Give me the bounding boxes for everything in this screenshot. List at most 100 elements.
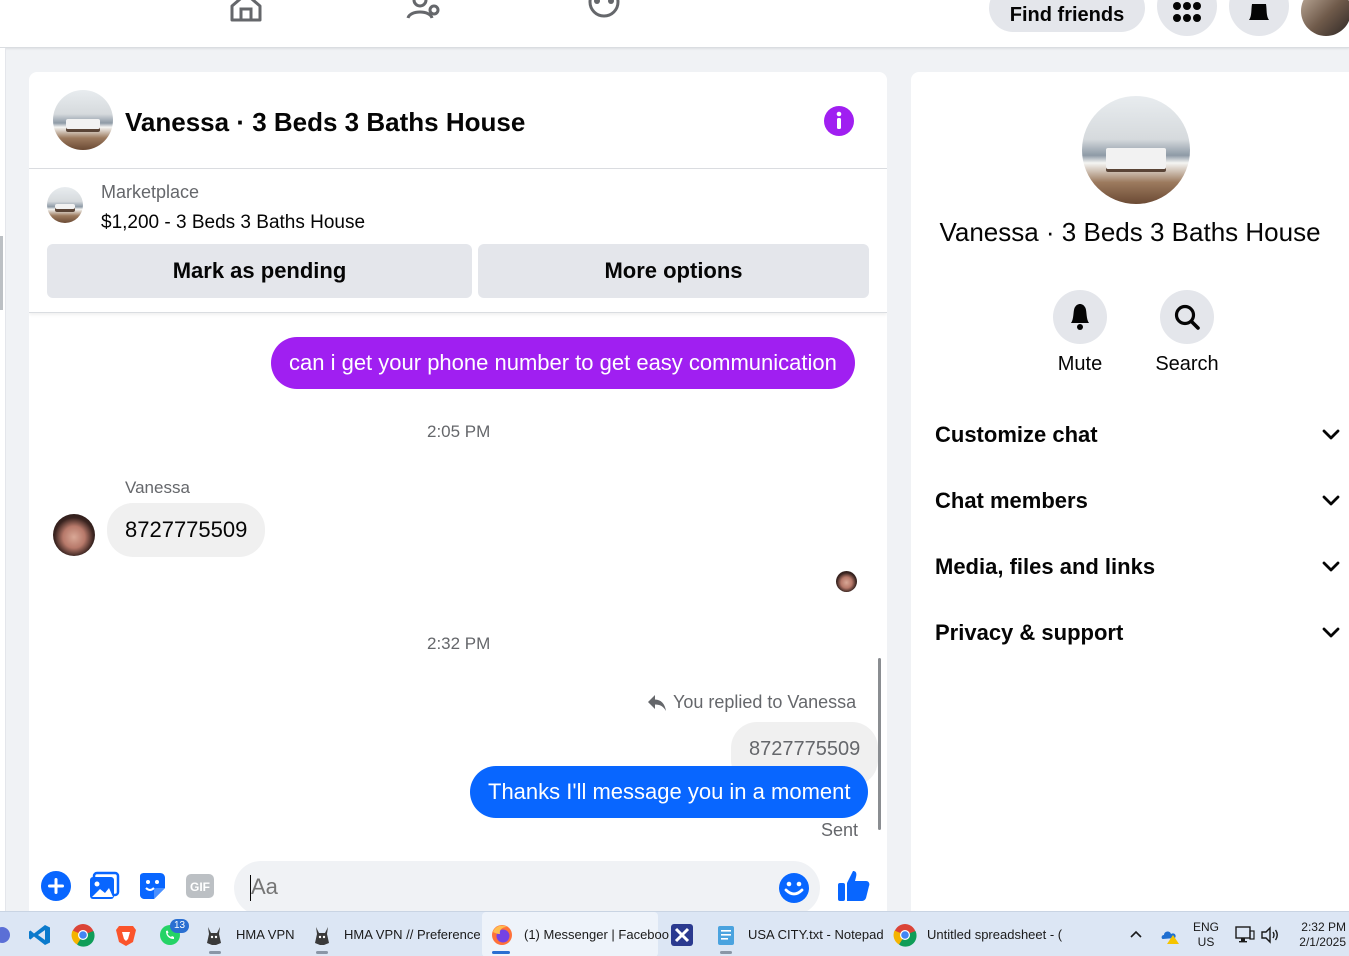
section-label: Customize chat	[935, 422, 1098, 447]
left-scroll-indicator	[0, 236, 3, 310]
reply-arrow-icon	[648, 694, 666, 711]
section-media-files-links[interactable]: Media, files and links	[935, 547, 1340, 587]
marketplace-banner: Marketplace $1,200 - 3 Beds 3 Baths Hous…	[29, 169, 887, 313]
more-options-button[interactable]: More options	[478, 244, 869, 298]
section-privacy-support[interactable]: Privacy & support	[935, 613, 1340, 653]
bell-icon	[1071, 304, 1089, 330]
vscode-icon	[29, 924, 50, 945]
taskbar-chrome[interactable]	[71, 912, 95, 956]
chrome-profile-icon	[893, 923, 917, 947]
left-sidebar-edge	[0, 48, 6, 911]
app-icon	[0, 926, 10, 943]
thumbs-up-icon[interactable]	[836, 868, 872, 904]
emoji-icon[interactable]	[778, 872, 810, 904]
chat-panel: Vanessa · 3 Beds 3 Baths House Marketpla…	[29, 72, 887, 932]
notifications-button[interactable]	[1229, 0, 1289, 36]
volume-icon[interactable]	[1260, 926, 1280, 944]
info-title: Vanessa · 3 Beds 3 Baths House	[939, 217, 1321, 247]
top-navigation-bar: Find friends	[0, 0, 1349, 48]
hma-donkey-icon	[315, 926, 329, 945]
region-code: US	[1197, 935, 1215, 949]
message-composer[interactable]	[234, 861, 820, 915]
clock-time: 2:32 PM	[1301, 920, 1346, 934]
plus-icon[interactable]	[40, 870, 72, 902]
groups-icon[interactable]	[586, 0, 622, 24]
taskbar-brave[interactable]	[114, 912, 138, 956]
taskbar-hma-vpn[interactable]: HMA VPN	[202, 912, 295, 956]
notification-badge: 13	[170, 919, 190, 933]
taskbar-notepad[interactable]: USA CITY.txt - Notepad	[714, 912, 884, 956]
menu-button[interactable]	[1157, 0, 1217, 36]
onedrive-warning-icon[interactable]	[1160, 925, 1180, 945]
gif-icon[interactable]: GIF	[184, 870, 216, 902]
section-chat-members[interactable]: Chat members	[935, 481, 1340, 521]
friends-icon[interactable]	[406, 0, 442, 24]
mute-label: Mute	[1057, 353, 1103, 375]
running-indicator	[316, 951, 328, 954]
search-button[interactable]: Search	[1147, 290, 1227, 376]
taskbar-app-x[interactable]	[670, 912, 694, 956]
conversation-avatar[interactable]	[53, 90, 113, 150]
x-app-icon	[671, 923, 693, 946]
active-indicator	[492, 951, 510, 954]
chat-scrollbar[interactable]	[878, 658, 881, 830]
brave-icon	[116, 925, 136, 946]
conversation-info-panel: Vanessa · 3 Beds 3 Baths House Mute Sear…	[911, 72, 1349, 932]
sender-avatar[interactable]	[53, 514, 95, 556]
clock[interactable]: 2:32 PM 2/1/2025	[1290, 920, 1346, 950]
taskbar-label: HMA VPN	[236, 927, 295, 942]
message-input[interactable]	[251, 874, 751, 900]
section-label: Media, files and links	[935, 554, 1156, 579]
bell-icon	[1249, 4, 1269, 20]
taskbar-label: (1) Messenger | Faceboo	[524, 927, 669, 942]
chat-title[interactable]: Vanessa · 3 Beds 3 Baths House	[125, 106, 525, 138]
section-label: Chat members	[935, 488, 1088, 513]
search-icon	[1174, 304, 1200, 330]
section-label: Privacy & support	[935, 620, 1124, 645]
listing-thumbnail[interactable]	[47, 187, 83, 223]
info-icon[interactable]	[823, 105, 855, 137]
taskbar-messenger-firefox[interactable]: (1) Messenger | Faceboo	[482, 912, 669, 956]
mute-button[interactable]: Mute	[1040, 290, 1120, 376]
reply-indicator: You replied to Vanessa	[647, 692, 856, 713]
chevron-down-icon	[1322, 429, 1340, 440]
firefox-icon	[492, 924, 512, 945]
photo-icon[interactable]	[88, 870, 120, 902]
home-icon[interactable]	[228, 0, 264, 24]
taskbar-whatsapp[interactable]: 13	[158, 912, 190, 956]
outgoing-message[interactable]: can i get your phone number to get easy …	[271, 337, 855, 389]
chevron-down-icon	[1322, 561, 1340, 572]
mute-circle[interactable]	[1053, 290, 1107, 344]
sender-name: Vanessa	[125, 478, 190, 497]
incoming-message[interactable]: 8727775509	[107, 503, 266, 557]
message-timestamp: 2:32 PM	[427, 634, 491, 653]
marketplace-label: Marketplace	[101, 182, 200, 202]
taskbar-label: USA CITY.txt - Notepad	[748, 927, 884, 942]
svg-text:GIF: GIF	[190, 880, 210, 894]
sticker-icon[interactable]	[136, 870, 168, 902]
mark-as-pending-button[interactable]: Mark as pending	[47, 244, 472, 298]
chevron-up-icon[interactable]	[1129, 929, 1143, 939]
taskbar-hma-vpn-preferences[interactable]: HMA VPN // Preference	[310, 912, 481, 956]
find-friends-button[interactable]: Find friends	[989, 0, 1145, 32]
account-avatar[interactable]	[1301, 0, 1349, 36]
read-receipt-avatar	[836, 571, 857, 592]
listing-title[interactable]: $1,200 - 3 Beds 3 Baths House	[101, 212, 365, 234]
windows-taskbar: 13 HMA VPN HMA VPN // Preference (1) Mes…	[0, 911, 1349, 956]
chevron-down-icon	[1322, 495, 1340, 506]
taskbar-vscode[interactable]	[28, 912, 52, 956]
taskbar-label: Untitled spreadsheet - (	[927, 927, 1063, 942]
outgoing-message[interactable]: Thanks I'll message you in a moment	[470, 766, 869, 818]
taskbar-spreadsheet-chrome[interactable]: Untitled spreadsheet - (	[893, 912, 1062, 956]
taskbar-app-partial[interactable]	[0, 912, 14, 956]
search-label: Search	[1155, 353, 1219, 375]
message-timestamp: 2:05 PM	[427, 422, 491, 441]
search-circle[interactable]	[1160, 290, 1214, 344]
section-customize-chat[interactable]: Customize chat	[935, 415, 1340, 455]
info-avatar[interactable]	[1082, 96, 1190, 204]
network-icon[interactable]	[1235, 926, 1255, 944]
grid-menu-icon	[1173, 2, 1201, 22]
input-language[interactable]: ENG US	[1193, 920, 1219, 950]
hma-donkey-icon	[207, 926, 221, 945]
clock-date: 2/1/2025	[1299, 935, 1346, 949]
